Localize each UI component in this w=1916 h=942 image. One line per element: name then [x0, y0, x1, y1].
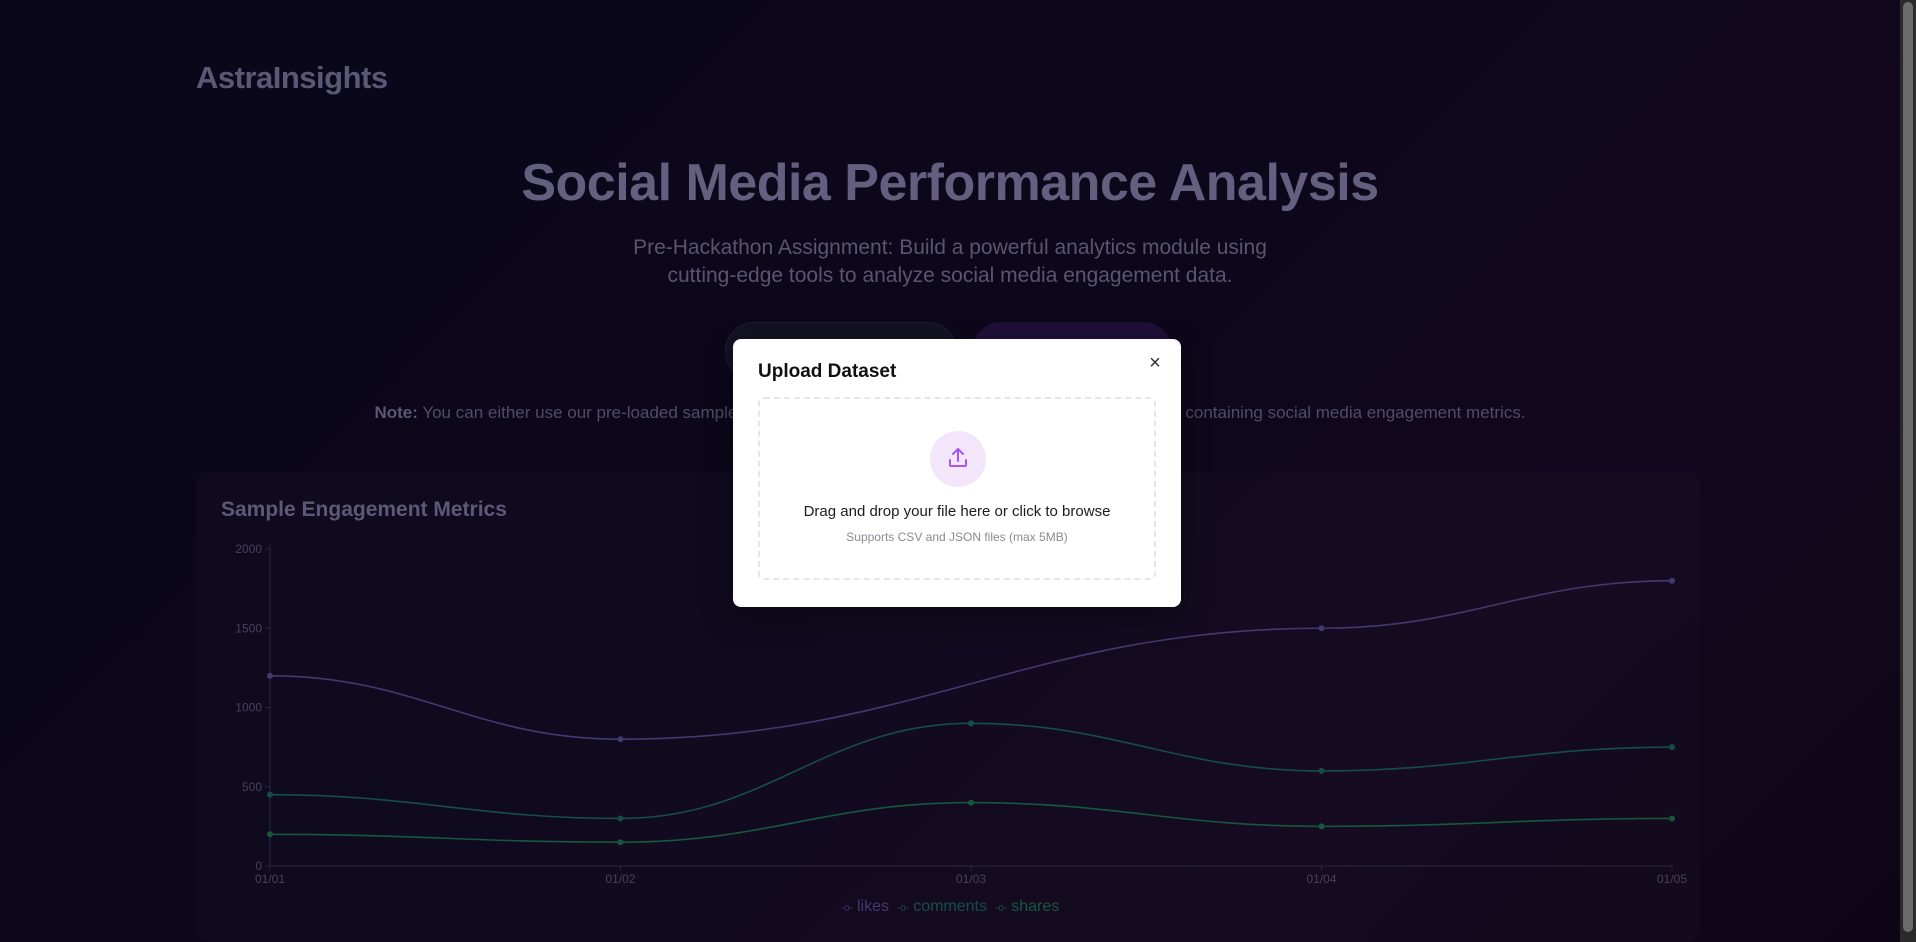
- vertical-scrollbar[interactable]: [1900, 0, 1916, 942]
- file-dropzone[interactable]: Drag and drop your file here or click to…: [758, 397, 1156, 580]
- upload-dataset-modal: Upload Dataset × Drag and drop your file…: [733, 339, 1181, 607]
- upload-icon: [949, 448, 967, 467]
- dropzone-instructions: Drag and drop your file here or click to…: [803, 503, 1111, 520]
- upload-icon-circle: [930, 431, 986, 487]
- dropzone-file-hint: Supports CSV and JSON files (max 5MB): [846, 530, 1068, 544]
- modal-title: Upload Dataset: [758, 361, 897, 382]
- scrollbar-thumb[interactable]: [1903, 2, 1913, 932]
- close-icon[interactable]: ×: [1144, 352, 1166, 374]
